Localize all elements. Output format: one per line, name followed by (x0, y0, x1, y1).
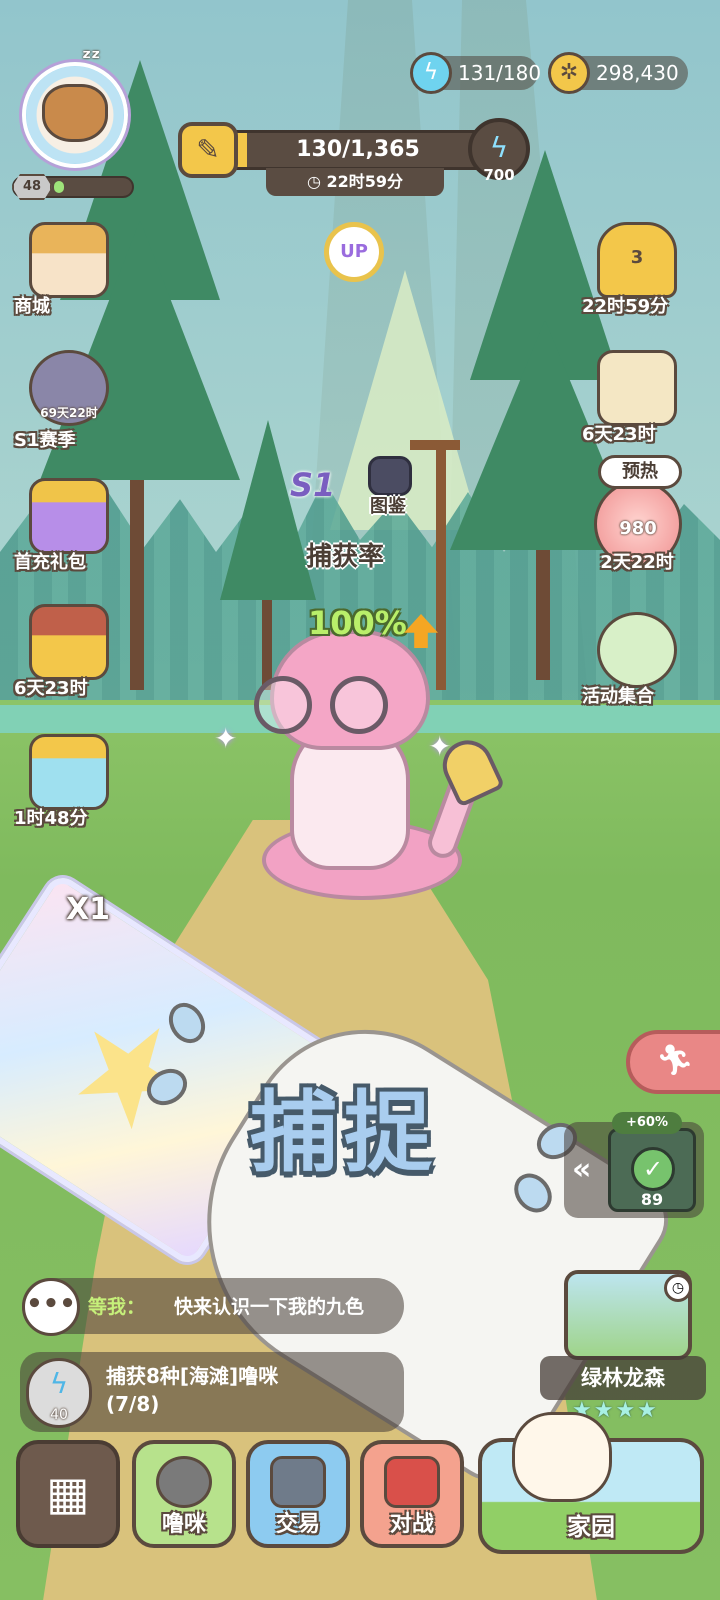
first-pack-label: 首充礼包 (14, 552, 86, 573)
nav-battle-label: 对战 (389, 1512, 434, 1537)
nav-home-label: 家园 (567, 1513, 615, 1541)
double-chevron-left-icon[interactable]: « (572, 1152, 591, 1187)
battle-cards-icon (384, 1456, 440, 1508)
shop-icon (29, 222, 109, 298)
menu-grid-button[interactable]: ▦ (16, 1440, 120, 1548)
trophy-icon: 3 (597, 222, 677, 298)
level-badge: 48 (12, 174, 52, 200)
item-bonus: +60% (612, 1112, 682, 1134)
running-person-icon: 🏃︎ (656, 1043, 695, 1078)
shop-label: 商城 (14, 296, 50, 317)
nav-trade[interactable]: 交易 (246, 1440, 350, 1548)
nav-trade-label: 交易 (275, 1512, 320, 1537)
energy-bolt-icon: ϟ (410, 52, 452, 94)
item-count: 89 (640, 1190, 664, 1209)
events-wreath-icon (597, 612, 677, 688)
sparkle-icon: ✦ (214, 722, 238, 755)
quest-panel[interactable]: ϟ 40 捕获8种[海滩]噜咪 (7/8) (20, 1352, 404, 1432)
level-bar: 48 (12, 174, 134, 200)
reward-value: 700 (483, 166, 515, 184)
events-button[interactable]: 活动集合 (582, 612, 692, 707)
home-cat-icon (512, 1412, 612, 1502)
quest-progress: (7/8) (106, 1392, 160, 1416)
chat-sender: 等我： (88, 1296, 146, 1318)
sparkle-icon: ✦ (428, 730, 452, 763)
catch-button[interactable]: 捕捉 (250, 1062, 438, 1189)
level-progress-fill (54, 181, 64, 193)
trophy-timer: 22时59分 (582, 296, 669, 317)
scroll-ticket-icon: ✎ (178, 122, 238, 178)
glasses-right (330, 676, 388, 734)
chest-timer: 6天23时 (14, 678, 88, 699)
chat-message: 快来认识一下我的九色 (174, 1296, 365, 1318)
nav-pet[interactable]: 噜咪 (132, 1440, 236, 1548)
item-selector[interactable]: « ✓ +60% 89 (564, 1112, 704, 1218)
up-boost-button[interactable]: UP (324, 222, 384, 282)
peach-timer: 2天22时 (600, 552, 674, 573)
shop-button[interactable]: 商城 (14, 222, 124, 317)
gift-icon (29, 734, 109, 810)
glasses-left (254, 676, 312, 734)
pass-progress[interactable]: 130/1,365 ✎ ◷ 22时59分 ϟ 700 (178, 118, 530, 198)
clock-icon: ◷ (664, 1274, 692, 1302)
nav-battle[interactable]: 对战 (360, 1440, 464, 1548)
check-candy-icon: ✓ (631, 1147, 675, 1191)
treasure-map-icon (597, 350, 677, 426)
coin-value: 298,430 (596, 61, 679, 85)
map-name[interactable]: 绿林龙森 (540, 1356, 706, 1400)
nav-home[interactable]: 家园 (478, 1412, 704, 1554)
pass-progress-value: 130/1,365 (296, 137, 420, 162)
lamp-post (410, 440, 460, 450)
pass-timer: ◷ 22时59分 (266, 168, 444, 196)
pass-timer-value: 22时59分 (326, 172, 404, 191)
nav-pet-label: 噜咪 (161, 1512, 206, 1537)
chat-bar[interactable]: ••• 等我： 快来认识一下我的九色 (22, 1278, 404, 1336)
trade-shop-icon (270, 1456, 326, 1508)
lamp-post (436, 440, 446, 690)
trophy-button[interactable]: 3 22时59分 (582, 222, 692, 317)
player-avatar[interactable] (22, 62, 128, 168)
season-label: S1赛季 (14, 430, 76, 451)
coin-icon: ✲ (548, 52, 590, 94)
first-pack-button[interactable]: 首充礼包 (14, 478, 124, 573)
pet-bowl-icon (156, 1456, 212, 1508)
gift-box-icon (29, 478, 109, 554)
preheat-badge: 预热 (598, 455, 682, 489)
coin-counter[interactable]: ✲ 298,430 (548, 52, 688, 94)
run-away-button[interactable]: 🏃︎ (626, 1030, 720, 1094)
chat-more-icon[interactable]: ••• (22, 1278, 80, 1336)
season-button[interactable]: 69天22时 S1赛季 (14, 350, 124, 451)
energy-value: 131/180 (458, 61, 542, 85)
events-label: 活动集合 (582, 686, 654, 707)
energy-counter[interactable]: ϟ 131/180 (410, 52, 542, 94)
season-timer: 69天22时 (40, 406, 98, 420)
timed-gift-button[interactable]: 1时48分 (14, 734, 124, 829)
book-icon[interactable] (368, 456, 412, 496)
gift-timer: 1时48分 (14, 808, 88, 829)
catch-rate-value: 100% (308, 604, 407, 642)
quest-cost: 40 (50, 1407, 68, 1423)
trophy-rank: 3 (630, 247, 644, 268)
map-event-timer: 6天23时 (582, 424, 656, 445)
book-label[interactable]: 图鉴 (370, 492, 406, 518)
card-multiplier: X1 (66, 892, 111, 927)
season-logo: S1 (290, 466, 336, 504)
quest-reward-bolt-icon: ϟ 40 (26, 1358, 92, 1428)
sleep-zzz-icon: ᶻᶻ (82, 46, 101, 71)
peach-count: 980 (619, 518, 657, 539)
catch-rate-label: 捕获率 (306, 542, 385, 572)
treasure-chest-button[interactable]: 6天23时 (14, 604, 124, 699)
capybara-portrait (42, 84, 108, 142)
treasure-chest-icon (29, 604, 109, 680)
grid-menu-icon: ▦ (46, 1466, 90, 1520)
map-event-button[interactable]: 6天23时 (582, 350, 692, 445)
quest-title: 捕获8种[海滩]噜咪 (106, 1364, 279, 1388)
